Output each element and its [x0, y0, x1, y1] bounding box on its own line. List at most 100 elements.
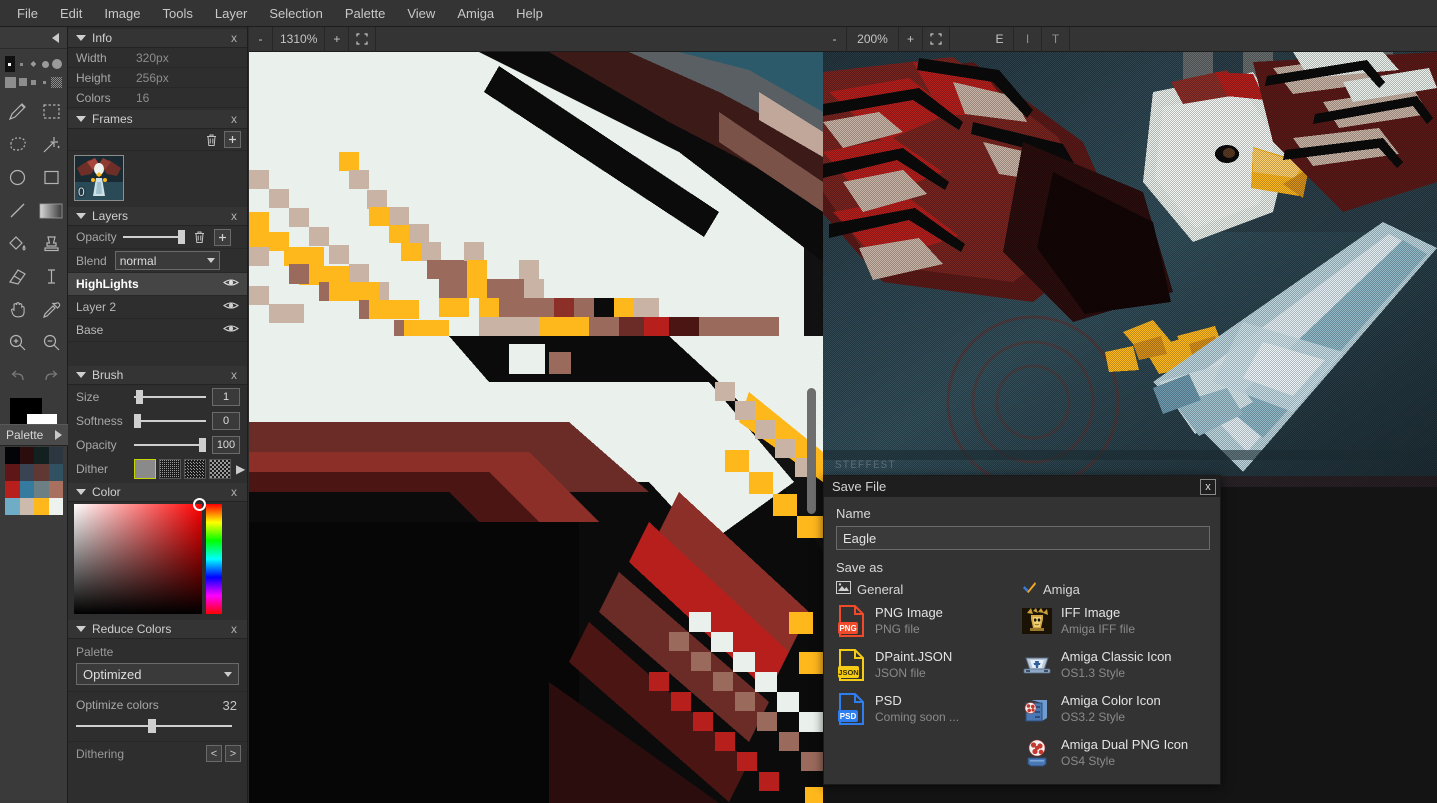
hue-slider[interactable] [206, 504, 222, 614]
menu-view[interactable]: View [396, 2, 446, 25]
eraser-tool[interactable] [0, 260, 34, 293]
magic-wand-tool[interactable] [34, 128, 68, 161]
dither-option-solid[interactable] [134, 459, 156, 479]
pencil-tool[interactable] [0, 95, 34, 128]
dialog-titlebar[interactable]: Save File x [824, 476, 1220, 497]
gradient-tool[interactable] [34, 194, 68, 227]
brush-opacity-slider[interactable] [134, 438, 206, 452]
menu-edit[interactable]: Edit [49, 2, 93, 25]
format-option-amiga-dual-png-icon[interactable]: Amiga Dual PNG Icon OS4 Style [1022, 731, 1208, 775]
fill-tool[interactable] [0, 227, 34, 260]
dithering-prev-button[interactable]: < [206, 745, 222, 762]
swatch[interactable] [5, 447, 20, 464]
swatch[interactable] [34, 447, 49, 464]
swatch[interactable] [48, 464, 63, 481]
format-option-amiga-classic-icon[interactable]: Amiga Classic Icon OS1.3 Style [1022, 643, 1208, 687]
dither-option-fine[interactable] [159, 459, 181, 479]
line-tool[interactable] [0, 194, 34, 227]
panel-close-layers[interactable]: x [229, 209, 239, 223]
brush-preset-1[interactable] [5, 56, 15, 72]
panel-close-color[interactable]: x [229, 485, 239, 499]
dithering-next-button[interactable]: > [225, 745, 241, 762]
select-rect-tool[interactable] [34, 95, 68, 128]
format-option-iff[interactable]: IFF Image Amiga IFF file [1022, 599, 1208, 643]
brush-preset-10[interactable] [51, 74, 62, 90]
editor-vertical-scrollbar[interactable] [807, 388, 816, 514]
eye-icon[interactable] [223, 300, 239, 314]
swatch[interactable] [34, 481, 49, 498]
menu-image[interactable]: Image [93, 2, 151, 25]
preview-zoom-out-button[interactable]: - [823, 26, 847, 52]
format-option-dpaint-json[interactable]: JSON DPaint.JSON JSON file [836, 643, 1022, 687]
editor-zoom-level[interactable]: 1310% [273, 26, 326, 52]
menu-file[interactable]: File [6, 2, 49, 25]
brush-preset-9[interactable] [40, 74, 49, 90]
panel-header-info[interactable]: Info x [68, 29, 247, 48]
rectangle-tool[interactable] [34, 161, 68, 194]
menu-tools[interactable]: Tools [152, 2, 204, 25]
preview-button-i[interactable]: I [1014, 26, 1042, 52]
brush-size-value[interactable]: 1 [212, 388, 240, 406]
preview-fit-button[interactable] [923, 26, 950, 52]
zoom-in-tool[interactable] [0, 326, 34, 359]
file-name-input[interactable] [836, 526, 1210, 550]
dither-more-button[interactable]: ▶ [236, 462, 245, 476]
brush-preset-3[interactable] [29, 56, 39, 72]
swatch[interactable] [48, 447, 63, 464]
editor-zoom-out-button[interactable]: - [249, 26, 273, 52]
menu-selection[interactable]: Selection [258, 2, 333, 25]
preview-zoom-level[interactable]: 200% [847, 26, 899, 52]
swatch[interactable] [19, 447, 34, 464]
panel-close-reduce-colors[interactable]: x [229, 622, 239, 636]
swatch[interactable] [19, 481, 34, 498]
menu-palette[interactable]: Palette [334, 2, 396, 25]
layer-opacity-slider[interactable] [122, 230, 185, 244]
stamp-tool[interactable] [34, 227, 68, 260]
layer-row-base[interactable]: Base [68, 319, 247, 342]
pan-tool[interactable] [0, 293, 34, 326]
editor-fit-button[interactable] [349, 26, 377, 52]
preview-button-e[interactable]: E [986, 26, 1014, 52]
palette-tab[interactable]: Palette [0, 424, 68, 446]
brush-softness-slider[interactable] [134, 414, 206, 428]
frame-thumbnail[interactable]: 0 [74, 155, 124, 201]
swatch[interactable] [48, 481, 63, 498]
ellipse-tool[interactable] [0, 161, 34, 194]
panel-close-frames[interactable]: x [229, 112, 239, 126]
format-option-amiga-color-icon[interactable]: Amiga Color Icon OS3.2 Style [1022, 687, 1208, 731]
brush-preset-5[interactable] [52, 56, 62, 72]
reduce-palette-select[interactable]: Optimized [76, 663, 239, 685]
layer-row-layer-2[interactable]: Layer 2 [68, 296, 247, 319]
editor-canvas[interactable] [249, 52, 823, 803]
dither-option-medium[interactable] [184, 459, 206, 479]
trash-icon[interactable] [203, 131, 220, 148]
format-option-psd[interactable]: PSD PSD Coming soon ... [836, 687, 1022, 731]
lasso-tool[interactable] [0, 128, 34, 161]
dither-option-coarse[interactable] [209, 459, 231, 479]
brush-preset-2[interactable] [17, 56, 27, 72]
add-frame-icon[interactable] [224, 131, 241, 148]
editor-zoom-in-button[interactable]: + [325, 26, 350, 52]
optimize-colors-slider[interactable] [76, 719, 239, 733]
panel-header-frames[interactable]: Frames x [68, 110, 247, 129]
preview-button-t[interactable]: T [1042, 26, 1070, 52]
brush-softness-value[interactable]: 0 [212, 412, 240, 430]
panel-close-info[interactable]: x [229, 31, 239, 45]
swatch[interactable] [19, 464, 34, 481]
panel-header-brush[interactable]: Brush x [68, 366, 247, 385]
swatch[interactable] [34, 498, 49, 515]
saturation-value-field[interactable] [74, 498, 206, 614]
menu-layer[interactable]: Layer [204, 2, 259, 25]
swatch[interactable] [5, 498, 20, 515]
close-icon[interactable]: x [1200, 478, 1216, 495]
menu-amiga[interactable]: Amiga [446, 2, 505, 25]
brush-preset-7[interactable] [18, 74, 27, 90]
brush-size-slider[interactable] [134, 390, 206, 404]
brush-preset-8[interactable] [29, 74, 38, 90]
undo-tool[interactable] [0, 359, 34, 392]
zoom-out-tool[interactable] [34, 326, 68, 359]
eye-icon[interactable] [223, 277, 239, 291]
blend-mode-select[interactable]: normal [114, 251, 220, 270]
add-layer-icon[interactable] [213, 228, 231, 246]
swatch[interactable] [19, 498, 34, 515]
